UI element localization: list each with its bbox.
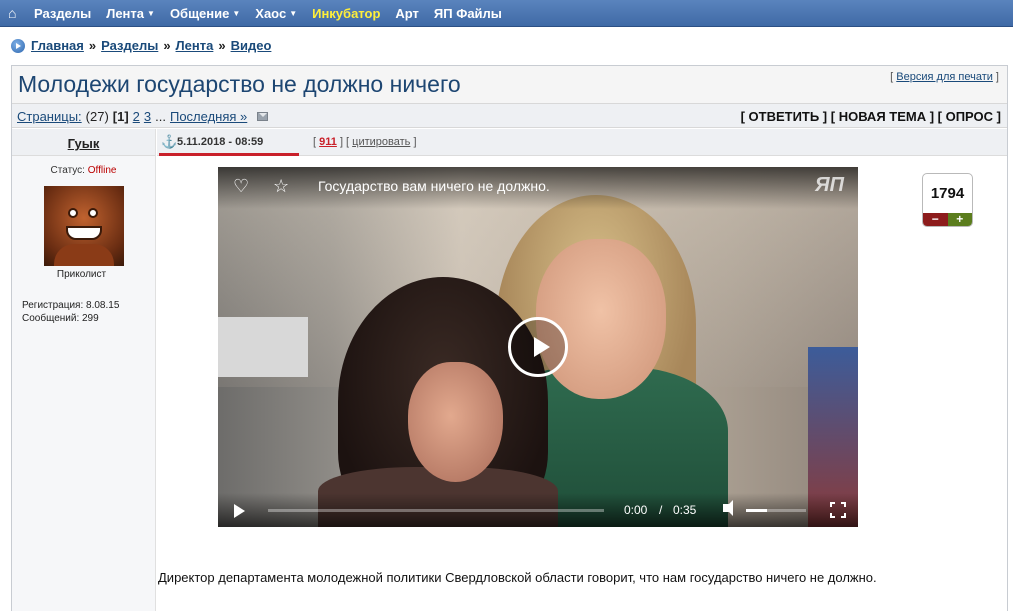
post-number-link[interactable]: 911	[319, 136, 337, 148]
topic-title: Молодежи государство не должно ничего	[18, 71, 461, 97]
time-current: 0:00	[624, 503, 648, 517]
heart-icon[interactable]: ♡	[233, 176, 249, 197]
author-post-count: Сообщений: 299	[22, 313, 99, 324]
breadcrumb-separator: »	[163, 38, 171, 53]
topic-actions[interactable]: [ ОТВЕТИТЬ ] [ НОВАЯ ТЕМА ] [ ОПРОС ]	[741, 109, 1001, 124]
pagination-bar: Страницы: (27) [1] 2 3 ... Последняя » […	[12, 104, 1007, 128]
star-icon[interactable]: ☆	[273, 176, 289, 197]
pages-ellipsis: ...	[155, 109, 166, 124]
video-frame-person-face	[536, 239, 666, 399]
current-page: [1]	[112, 109, 129, 124]
topic-title-bar: Молодежи государство не должно ничего [ …	[12, 66, 1007, 104]
nav-item-label: Лента	[106, 5, 145, 21]
last-page-link[interactable]: Последняя »	[170, 109, 247, 124]
avatar-mouth	[66, 226, 102, 240]
print-version: [ Версия для печати ]	[890, 71, 999, 83]
avatar-eye-right	[88, 208, 98, 218]
rating-box: 1794 − +	[922, 173, 973, 227]
avatar-eye-left	[68, 208, 78, 218]
pagination: Страницы: (27) [1] 2 3 ... Последняя »	[17, 109, 272, 124]
author-name[interactable]: Гуык	[68, 136, 100, 151]
post-body: Директор департамента молодежной политик…	[158, 570, 877, 585]
caret-down-icon: ▼	[289, 8, 298, 18]
topic-panel: Молодежи государство не должно ничего [ …	[11, 65, 1008, 611]
rating-plus-button[interactable]: +	[947, 213, 972, 226]
fullscreen-icon[interactable]	[830, 502, 846, 518]
caret-down-icon: ▼	[232, 8, 241, 18]
avatar-body-shape	[54, 244, 114, 266]
play-circle-icon	[11, 38, 25, 53]
post-links: [ 911 ] [ цитировать ]	[313, 136, 417, 148]
video-frame-desk	[218, 317, 308, 377]
time-total: 0:35	[673, 503, 697, 517]
breadcrumb-separator: »	[218, 38, 226, 53]
nav-item-khaos[interactable]: Хаос ▼	[255, 6, 297, 21]
avatar[interactable]	[44, 186, 124, 266]
anchor-icon[interactable]: ⚓	[161, 134, 177, 150]
post-header: ⚓ 5.11.2018 - 08:59 [ 911 ] [ цитировать…	[157, 129, 1007, 156]
rating-score: 1794	[930, 185, 965, 202]
play-icon[interactable]	[234, 504, 245, 518]
print-version-link[interactable]: Версия для печати	[896, 71, 993, 83]
video-player[interactable]: ♡ ☆ Государство вам ничего не должно. ЯП…	[218, 167, 858, 527]
author-column: Гуык Статус: Offline Приколист Регистрац…	[12, 129, 156, 611]
rating-buttons: − +	[923, 213, 972, 226]
page-link-2[interactable]: 2	[133, 109, 140, 124]
breadcrumb-razdely[interactable]: Разделы	[101, 38, 158, 53]
volume-icon[interactable]	[723, 500, 733, 516]
nav-item-label: Инкубатор	[312, 5, 381, 21]
nav-item-lenta[interactable]: Лента ▼	[106, 6, 155, 21]
breadcrumb-home[interactable]: Главная	[31, 38, 84, 53]
nav-item-inkubator[interactable]: Инкубатор	[312, 6, 380, 21]
bracket: ] [	[339, 136, 350, 148]
video-top-bar: ♡ ☆ Государство вам ничего не должно. ЯП	[218, 167, 858, 209]
video-logo: ЯП	[815, 174, 844, 196]
caret-down-icon: ▼	[147, 8, 155, 18]
nav-item-label: Хаос	[255, 5, 287, 21]
nav-item-yap-files[interactable]: ЯП Файлы	[434, 6, 502, 21]
rating-minus-button[interactable]: −	[923, 213, 948, 226]
big-play-button[interactable]	[508, 317, 568, 377]
status-value: Offline	[87, 165, 117, 176]
author-meta: Регистрация: 8.08.15 Сообщений: 299	[22, 299, 155, 325]
nav-item-label: Разделы	[34, 5, 92, 21]
subscribe-mail-icon[interactable]	[257, 112, 269, 121]
nav-item-art[interactable]: Арт	[395, 6, 419, 21]
nav-item-label: ЯП Файлы	[433, 5, 502, 21]
page-link-3[interactable]: 3	[144, 109, 151, 124]
author-rank: Приколист	[56, 269, 107, 280]
author-header: Гуык	[12, 129, 155, 156]
progress-bar[interactable]	[268, 509, 604, 512]
home-icon[interactable]: ⌂	[8, 5, 34, 21]
nav-item-label: Арт	[395, 5, 419, 21]
breadcrumb: Главная » Разделы » Лента » Видео	[11, 38, 271, 53]
date-underline-marker	[159, 153, 299, 156]
nav-item-label: Общение	[169, 5, 230, 21]
bracket: [	[313, 136, 317, 148]
breadcrumb-lenta[interactable]: Лента	[176, 38, 214, 53]
author-registration: Регистрация: 8.08.15	[22, 300, 120, 311]
quote-link[interactable]: цитировать	[352, 136, 410, 148]
time-separator: /	[659, 503, 663, 517]
author-status: Статус: Offline	[12, 165, 155, 176]
pages-label[interactable]: Страницы:	[17, 109, 82, 124]
breadcrumb-video[interactable]: Видео	[231, 38, 272, 53]
post-date: 5.11.2018 - 08:59	[177, 136, 264, 148]
video-frame-person-face	[408, 362, 503, 482]
pages-count: (27)	[85, 109, 109, 124]
status-label: Статус:	[50, 165, 85, 176]
volume-level	[746, 509, 767, 512]
video-controls: 0:00 / 0:35	[218, 493, 858, 527]
video-title: Государство вам ничего не должно.	[318, 178, 550, 194]
nav-item-obshchenie[interactable]: Общение ▼	[170, 6, 240, 21]
nav-item-razdely[interactable]: Разделы	[34, 6, 91, 21]
volume-slider[interactable]	[746, 509, 806, 512]
bracket: ]	[413, 136, 417, 148]
top-navigation: ⌂ Разделы Лента ▼ Общение ▼ Хаос ▼ Инкубато…	[0, 0, 1013, 27]
breadcrumb-separator: »	[88, 38, 97, 53]
